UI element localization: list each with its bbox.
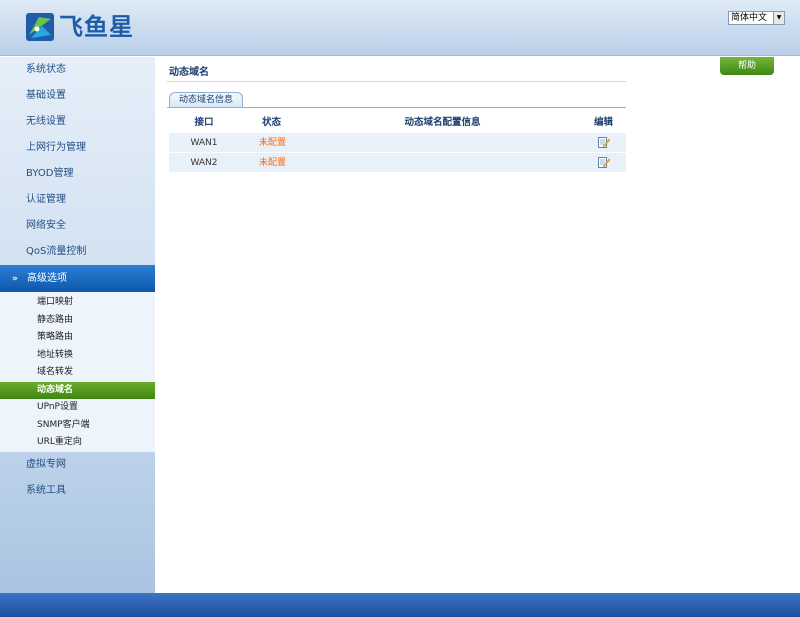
edit-icon[interactable] <box>597 136 610 148</box>
cell-status: 未配置 <box>259 138 287 148</box>
column-header-edit: 编辑 <box>593 117 613 128</box>
column-header-status: 状态 <box>261 117 281 128</box>
submenu-item-nat[interactable]: 地址转换 <box>0 347 155 365</box>
submenu-item-port-mapping[interactable]: 端口映射 <box>0 294 155 312</box>
logo-text: 飞鱼星 <box>59 13 134 41</box>
language-select-value: 简体中文 <box>731 13 768 23</box>
submenu-item-dns-forward[interactable]: 域名转发 <box>0 364 155 382</box>
sidebar-item-vpn[interactable]: 虚拟专网 <box>0 452 155 478</box>
footer-bar <box>0 593 800 617</box>
table-header: 接口 状态 动态域名配置信息 编辑 <box>169 113 626 133</box>
sidebar-item-advanced-options[interactable]: » 高级选项 <box>0 265 155 292</box>
chevron-down-icon[interactable]: ▼ <box>773 12 784 24</box>
edit-icon[interactable] <box>597 156 610 168</box>
cell-edit <box>581 133 626 152</box>
cell-interface: WAN2 <box>190 158 218 168</box>
cell-config <box>304 133 581 152</box>
sidebar-item-basic-settings[interactable]: 基础设置 <box>0 83 155 109</box>
logo-icon <box>26 13 54 41</box>
language-select[interactable]: 简体中文 ▼ <box>728 11 785 25</box>
column-header-config: 动态域名配置信息 <box>404 117 481 128</box>
ddns-table: 接口 状态 动态域名配置信息 编辑 WAN1 未配置 WAN2 未配置 <box>169 113 626 173</box>
table-row: WAN2 未配置 <box>169 153 626 173</box>
sidebar-item-system-tools[interactable]: 系统工具 <box>0 478 155 504</box>
sidebar-item-auth-management[interactable]: 认证管理 <box>0 187 155 213</box>
sidebar-item-wireless-settings[interactable]: 无线设置 <box>0 109 155 135</box>
tab-ddns-info[interactable]: 动态域名信息 <box>169 92 244 108</box>
sidebar-item-qos[interactable]: QoS流量控制 <box>0 239 155 265</box>
submenu-item-policy-route[interactable]: 策略路由 <box>0 329 155 347</box>
column-header-interface: 接口 <box>194 117 214 128</box>
submenu-item-upnp[interactable]: UPnP设置 <box>0 399 155 417</box>
sidebar-item-system-status[interactable]: 系统状态 <box>0 57 155 83</box>
cell-interface: WAN1 <box>190 138 218 148</box>
help-button[interactable]: 帮助 <box>720 57 774 75</box>
top-header: 飞鱼星 简体中文 ▼ <box>0 0 800 56</box>
cell-edit <box>581 153 626 172</box>
page-title: 动态域名 <box>169 67 209 78</box>
sidebar-item-byod-management[interactable]: BYOD管理 <box>0 161 155 187</box>
sidebar-item-behavior-management[interactable]: 上网行为管理 <box>0 135 155 161</box>
double-chevron-down-icon: » <box>12 274 18 284</box>
advanced-submenu: 端口映射 静态路由 策略路由 地址转换 域名转发 动态域名 UPnP设置 SNM… <box>0 292 155 452</box>
submenu-item-snmp[interactable]: SNMP客户端 <box>0 417 155 435</box>
sidebar-item-network-security[interactable]: 网络安全 <box>0 213 155 239</box>
sidebar: 系统状态 基础设置 无线设置 上网行为管理 BYOD管理 认证管理 网络安全 Q… <box>0 57 155 593</box>
sidebar-item-label: 高级选项 <box>27 273 67 284</box>
table-row: WAN1 未配置 <box>169 133 626 153</box>
cell-config <box>304 153 581 172</box>
submenu-item-url-redirect[interactable]: URL重定向 <box>0 434 155 452</box>
title-divider <box>167 81 626 82</box>
tab-divider <box>167 107 626 108</box>
submenu-item-ddns[interactable]: 动态域名 <box>0 381 155 399</box>
brand-logo: 飞鱼星 <box>26 11 134 43</box>
submenu-item-static-route[interactable]: 静态路由 <box>0 312 155 330</box>
cell-status: 未配置 <box>259 158 287 168</box>
